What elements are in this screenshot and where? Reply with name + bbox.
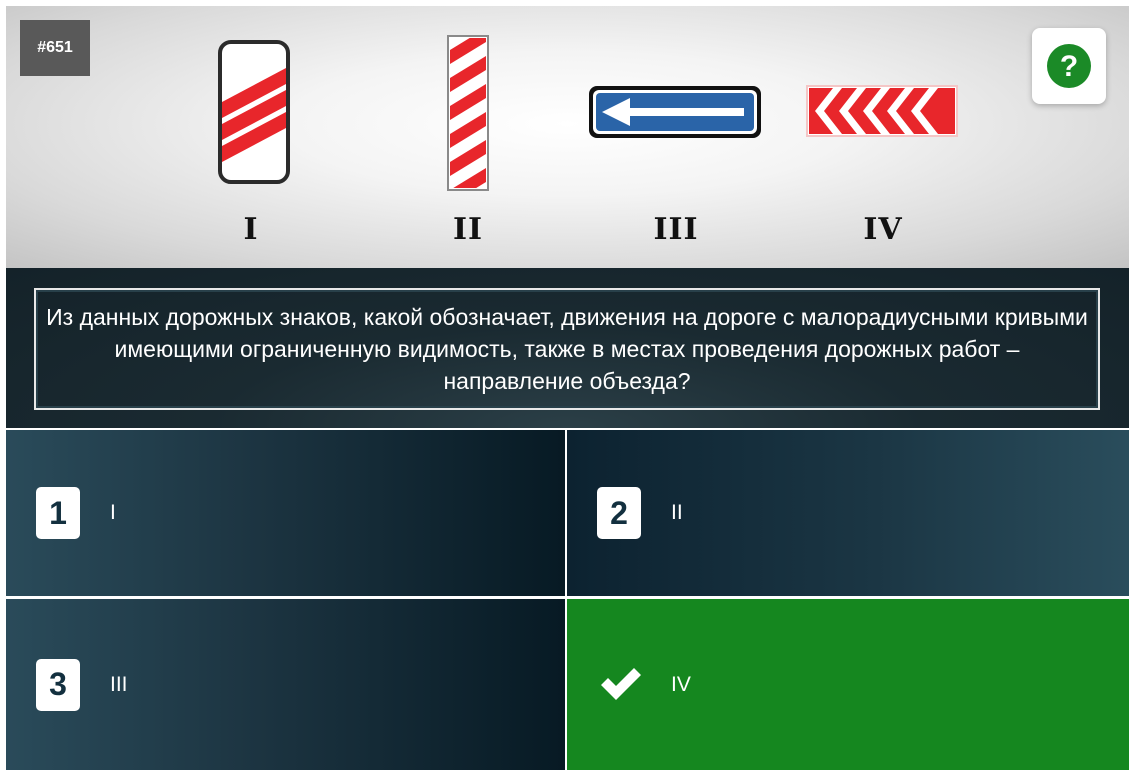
sign-i-icon [218,40,290,184]
help-button[interactable]: ? [1032,28,1106,104]
answer-number-badge: 2 [597,487,641,539]
question-image: I II III IV #651 ? [6,6,1129,268]
sign-iii-icon [589,86,761,138]
sign-label-i: I [243,212,259,247]
road-signs-illustration [218,35,958,191]
question-text: Из данных дорожных знаков, какой обознач… [34,288,1100,410]
answer-option-3[interactable]: 3 III [6,599,565,770]
sign-label-iv: IV [863,212,903,247]
answer-label: II [671,501,683,524]
answer-option-4-correct[interactable]: IV [567,599,1129,770]
answer-label: I [110,501,116,524]
answer-option-2[interactable]: 2 II [567,430,1129,596]
answer-label: III [110,672,128,696]
sign-label-iii: III [653,212,699,247]
question-mark-icon: ? [1047,44,1091,88]
answer-number-badge: 3 [36,658,80,711]
sign-iv-icon [806,85,958,137]
question-number-badge: #651 [20,20,90,76]
answer-number-badge: 1 [36,487,80,539]
sign-label-ii: II [452,212,484,247]
quiz-app: I II III IV #651 ? Из данных дорожных зн… [0,0,1129,770]
checkmark-icon [601,667,641,700]
answer-option-1[interactable]: 1 I [6,430,565,596]
help-label: ? [1060,50,1078,83]
answer-label: IV [671,672,691,696]
sign-ii-icon [447,35,489,191]
question-panel: Из данных дорожных знаков, какой обознач… [6,268,1129,428]
